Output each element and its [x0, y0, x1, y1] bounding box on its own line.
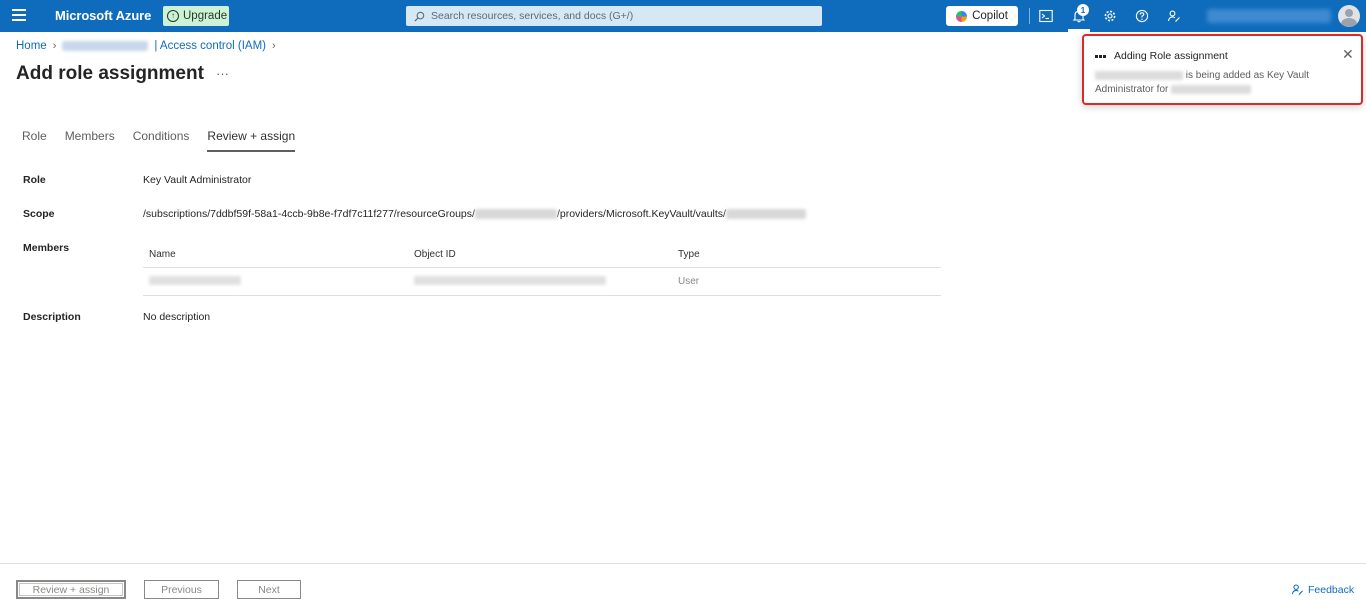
avatar-head-shape — [1345, 9, 1353, 17]
brand-title[interactable]: Microsoft Azure — [55, 8, 151, 23]
chevron-right-icon: › — [272, 40, 276, 52]
member-name-redacted — [149, 275, 241, 285]
description-label: Description — [23, 311, 81, 323]
table-header-row: Name Object ID Type — [143, 241, 941, 268]
close-icon[interactable]: ✕ — [1342, 47, 1354, 61]
wizard-tabs: Role Members Conditions Review + assign — [22, 129, 313, 152]
menu-icon[interactable] — [12, 9, 26, 23]
cloud-shell-icon[interactable] — [1038, 8, 1054, 24]
next-button[interactable]: Next — [237, 580, 301, 599]
vault-name-redacted — [725, 209, 806, 219]
member-name-cell — [143, 275, 408, 288]
search-icon — [414, 11, 425, 22]
top-navigation-bar: Microsoft Azure ↑ Upgrade Search resourc… — [0, 0, 1366, 32]
breadcrumb-resource-redacted[interactable] — [62, 41, 149, 51]
scope-value: /subscriptions/7ddbf59f-58a1-4ccb-9b8e-f… — [143, 208, 806, 220]
member-object-id-cell — [408, 275, 672, 288]
upgrade-label: Upgrade — [183, 10, 228, 22]
scope-subscription-path: /subscriptions/7ddbf59f-58a1-4ccb-9b8e-f… — [143, 208, 475, 220]
feedback-label: Feedback — [1308, 583, 1355, 596]
breadcrumb: Home › | Access control (IAM) › — [16, 40, 276, 52]
progress-dots-icon — [1095, 55, 1106, 58]
feedback-person-icon[interactable] — [1166, 8, 1182, 24]
member-object-id-redacted — [414, 275, 606, 285]
notification-body: is being added as Key Vault Administrato… — [1095, 69, 1350, 97]
review-assign-button[interactable]: Review + assign — [16, 580, 126, 599]
copilot-button[interactable]: Copilot — [946, 6, 1018, 26]
help-icon[interactable] — [1134, 8, 1150, 24]
members-table: Name Object ID Type User — [143, 241, 941, 296]
arrow-up-circle-icon: ↑ — [167, 10, 179, 22]
notification-toast[interactable]: Adding Role assignment ✕ is being added … — [1082, 34, 1363, 105]
notification-member-redacted — [1095, 70, 1183, 80]
toolbar-divider — [1029, 8, 1030, 24]
previous-button[interactable]: Previous — [144, 580, 219, 599]
account-info-redacted[interactable] — [1207, 9, 1331, 23]
role-value: Key Vault Administrator — [143, 174, 252, 186]
member-type-cell: User — [678, 276, 700, 287]
tab-conditions[interactable]: Conditions — [133, 129, 190, 152]
copilot-label: Copilot — [972, 10, 1008, 22]
resource-group-redacted — [474, 209, 557, 219]
page-title: Add role assignment — [16, 63, 204, 84]
feedback-person-icon — [1291, 584, 1304, 596]
column-header-object-id: Object ID — [414, 248, 456, 260]
table-row: User — [143, 268, 941, 296]
column-header-type: Type — [678, 248, 700, 260]
chevron-right-icon: › — [52, 40, 57, 52]
notification-scope-redacted — [1171, 84, 1252, 94]
tab-role[interactable]: Role — [22, 129, 47, 152]
notification-count-badge: 1 — [1077, 4, 1089, 16]
search-placeholder: Search resources, services, and docs (G+… — [431, 10, 634, 22]
notification-title: Adding Role assignment — [1114, 50, 1228, 62]
tab-review-assign[interactable]: Review + assign — [207, 129, 296, 152]
gear-icon[interactable] — [1102, 8, 1118, 24]
avatar-body-shape — [1341, 18, 1357, 27]
column-header-name: Name — [149, 248, 176, 260]
breadcrumb-iam-link[interactable]: | Access control (IAM) — [154, 40, 266, 52]
notification-body-text-1: is being added as Key Vault — [1185, 70, 1310, 81]
global-search-input[interactable]: Search resources, services, and docs (G+… — [406, 6, 822, 26]
scope-label: Scope — [23, 208, 55, 220]
copilot-icon — [956, 10, 968, 22]
more-options-icon[interactable]: ··· — [216, 66, 229, 81]
tab-members[interactable]: Members — [65, 129, 115, 152]
members-label: Members — [23, 242, 70, 254]
notification-body-text-2: Administrator for — [1095, 84, 1169, 95]
role-label: Role — [23, 174, 46, 186]
notification-active-indicator — [1068, 29, 1090, 32]
footer-divider — [0, 563, 1366, 564]
description-value: No description — [143, 311, 211, 323]
breadcrumb-home-link[interactable]: Home — [16, 40, 47, 52]
scope-provider-path: /providers/Microsoft.KeyVault/vaults/ — [556, 208, 726, 220]
feedback-link[interactable]: Feedback — [1291, 583, 1354, 596]
upgrade-button[interactable]: ↑ Upgrade — [163, 6, 229, 26]
avatar[interactable] — [1338, 5, 1360, 27]
